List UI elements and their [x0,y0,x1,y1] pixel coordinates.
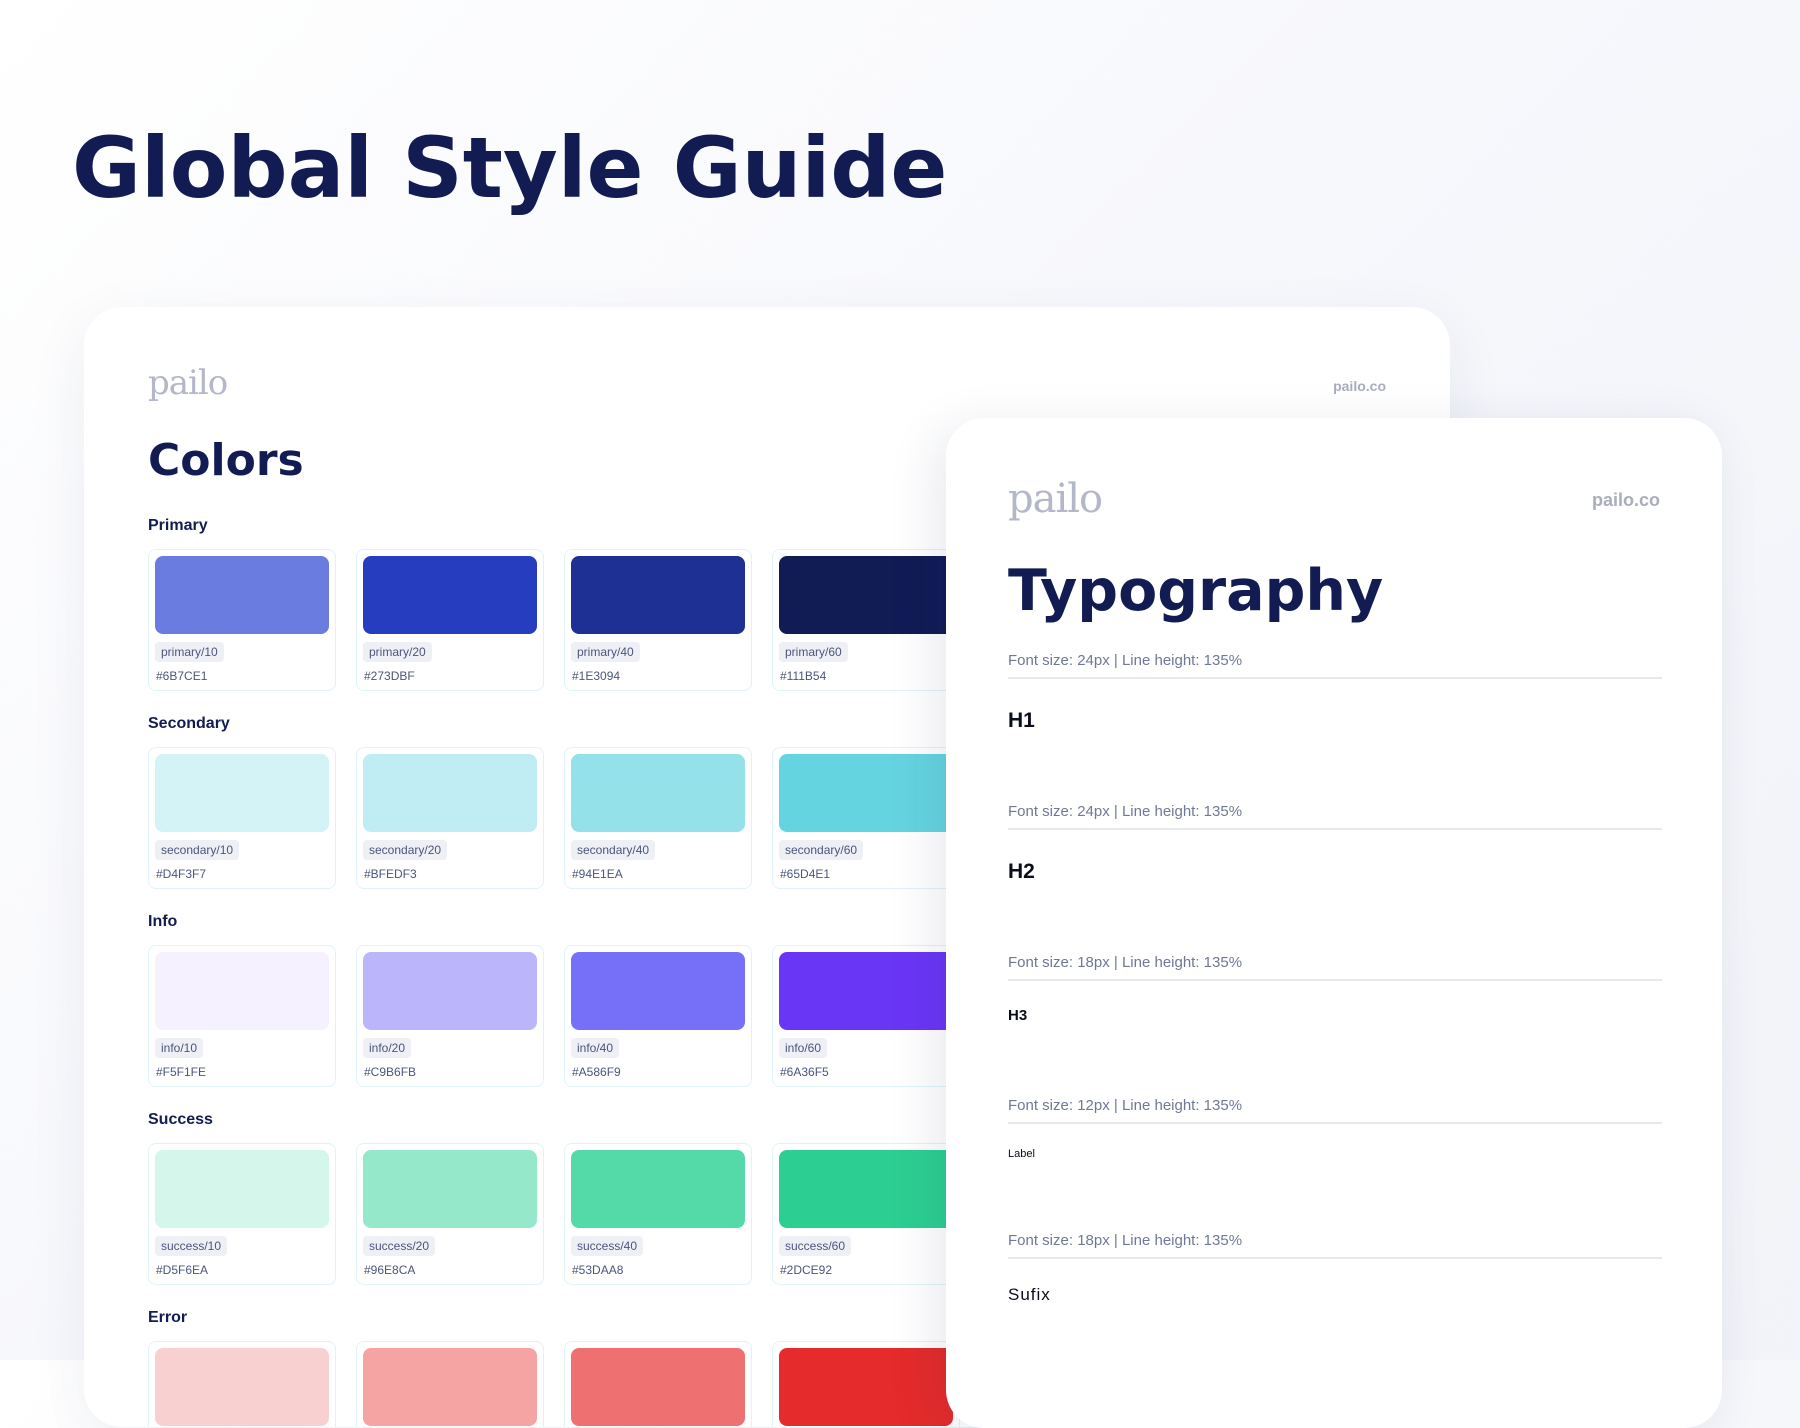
swatch-chip [779,1150,953,1228]
swatch-hex: #6B7CE1 [156,669,208,683]
swatch-chip [779,556,953,634]
swatch-hex: #2DCE92 [780,1263,833,1277]
swatch-hex: #F5F1FE [156,1065,207,1079]
brand-logo: pailo [148,363,228,403]
swatch-card[interactable]: secondary/60 #65D4E1 [772,747,960,889]
swatch-name-tag: primary/60 [779,642,848,662]
swatch-hex: #1E3094 [572,669,621,683]
swatch-card[interactable] [772,1341,960,1427]
swatch-chip [363,1150,537,1228]
swatch-chip [571,952,745,1030]
type-row-h3: Font size: 18px | Line height: 135% H3 [1008,954,1662,1024]
swatch-chip [155,556,329,634]
type-spec: Font size: 24px | Line height: 135% [1008,652,1662,679]
swatch-hex: #D4F3F7 [156,867,207,881]
swatch-card[interactable]: primary/20 #273DBF [356,549,544,691]
swatch-name-tag: success/20 [363,1236,436,1256]
swatch-card[interactable] [148,1341,336,1427]
type-spec: Font size: 18px | Line height: 135% [1008,1232,1662,1259]
site-link[interactable]: pailo.co [1333,378,1386,394]
swatch-name-tag: secondary/20 [363,840,448,860]
swatch-card[interactable]: info/10 #F5F1FE [148,945,336,1087]
colors-title: Colors [148,435,304,486]
swatch-card[interactable]: secondary/40 #94E1EA [564,747,752,889]
swatch-name-tag: secondary/40 [571,840,656,860]
swatch-name-tag: primary/10 [155,642,224,662]
type-sample: H1 [1008,709,1035,732]
swatch-chip [363,952,537,1030]
type-sample: Sufix [1008,1285,1051,1304]
swatch-name-tag: primary/20 [363,642,432,662]
type-row-h1: Font size: 24px | Line height: 135% H1 [1008,652,1662,733]
swatch-name-tag: secondary/60 [779,840,864,860]
type-sample: H3 [1008,1007,1028,1024]
swatch-hex: #BFEDF3 [364,867,417,881]
swatch-chip [155,754,329,832]
page-title: Global Style Guide [72,119,948,217]
swatch-hex: #6A36F5 [780,1065,829,1079]
typography-card: pailo pailo.co Typography Font size: 24p… [946,418,1722,1428]
swatch-chip [779,952,953,1030]
swatch-card[interactable]: info/20 #C9B6FB [356,945,544,1087]
swatch-name-tag: info/10 [155,1038,204,1058]
type-sample: H2 [1008,860,1035,883]
type-row-sufix: Font size: 18px | Line height: 135% Sufi… [1008,1232,1662,1305]
swatch-card[interactable]: secondary/10 #D4F3F7 [148,747,336,889]
swatch-card[interactable]: success/40 #53DAA8 [564,1143,752,1285]
type-row-label: Font size: 12px | Line height: 135% Labe… [1008,1097,1662,1160]
swatch-hex: #D5F6EA [156,1263,209,1277]
swatch-chip [155,1150,329,1228]
swatch-card[interactable]: primary/60 #111B54 [772,549,960,691]
swatch-card[interactable] [564,1341,752,1427]
swatch-name-tag: info/40 [571,1038,620,1058]
swatch-chip [155,952,329,1030]
swatch-name-tag: success/40 [571,1236,644,1256]
brand-logo: pailo [1008,476,1103,522]
swatch-name-tag: success/60 [779,1236,852,1256]
type-row-h2: Font size: 24px | Line height: 135% H2 [1008,803,1662,884]
swatch-name-tag: info/60 [779,1038,828,1058]
swatch-card[interactable]: info/60 #6A36F5 [772,945,960,1087]
type-spec: Font size: 18px | Line height: 135% [1008,954,1662,981]
swatch-card[interactable] [356,1341,544,1427]
swatch-card[interactable]: success/60 #2DCE92 [772,1143,960,1285]
swatch-hex: #A586F9 [572,1065,621,1079]
type-sample: Label [1008,1148,1035,1160]
swatch-chip [363,754,537,832]
swatch-hex: #111B54 [780,669,827,683]
swatch-chip [571,556,745,634]
swatch-hex: #C9B6FB [364,1065,417,1079]
swatch-card[interactable]: success/10 #D5F6EA [148,1143,336,1285]
swatch-card[interactable]: primary/40 #1E3094 [564,549,752,691]
site-link[interactable]: pailo.co [1592,490,1660,511]
swatch-hex: #53DAA8 [572,1263,624,1277]
swatch-card[interactable]: success/20 #96E8CA [356,1143,544,1285]
swatch-name-tag: secondary/10 [155,840,240,860]
swatch-card[interactable]: secondary/20 #BFEDF3 [356,747,544,889]
swatch-card[interactable]: info/40 #A586F9 [564,945,752,1087]
swatch-hex: #273DBF [364,669,415,683]
swatch-chip [363,556,537,634]
typography-title: Typography [1008,558,1384,624]
swatch-name-tag: info/20 [363,1038,412,1058]
swatch-hex: #65D4E1 [780,867,831,881]
swatch-name-tag: primary/40 [571,642,640,662]
swatch-name-tag: success/10 [155,1236,228,1256]
type-spec: Font size: 24px | Line height: 135% [1008,803,1662,830]
type-spec: Font size: 12px | Line height: 135% [1008,1097,1662,1124]
swatch-hex: #94E1EA [572,867,623,881]
swatch-chip [571,754,745,832]
swatch-chip [571,1150,745,1228]
swatch-chip [779,754,953,832]
swatch-card[interactable]: primary/10 #6B7CE1 [148,549,336,691]
swatch-hex: #96E8CA [364,1263,416,1277]
